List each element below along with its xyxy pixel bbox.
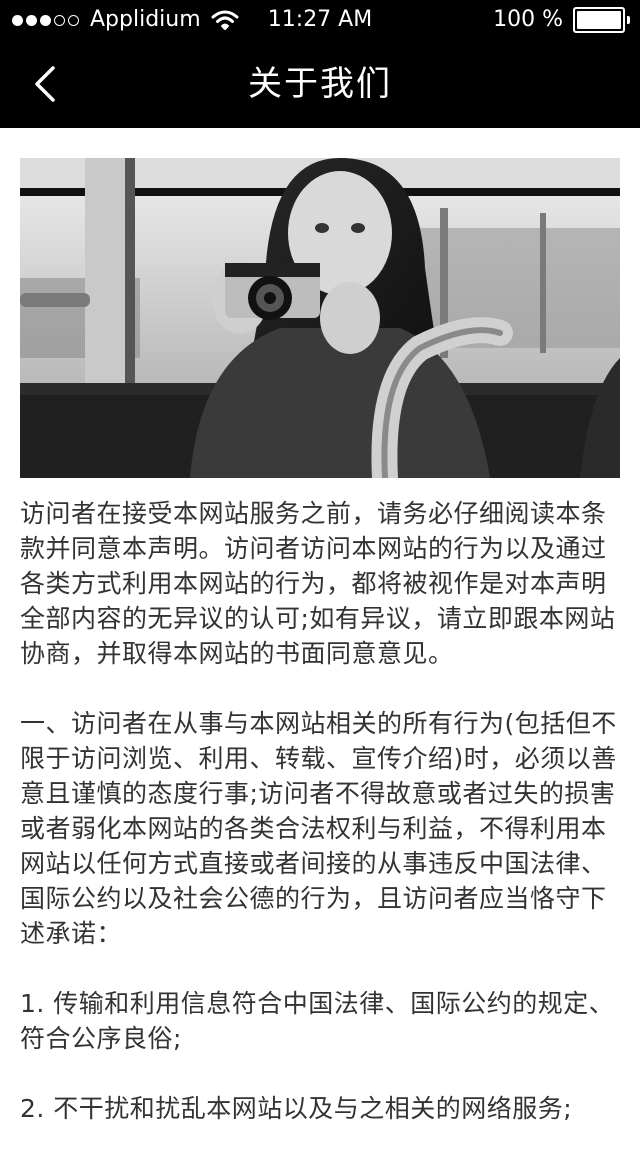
- paragraph-item-1: 1. 传输和利用信息符合中国法律、国际公约的规定、符合公序良俗;: [20, 989, 615, 1053]
- nav-bar: 关于我们: [0, 40, 640, 128]
- battery-fill: [577, 11, 621, 29]
- page-title: 关于我们: [248, 64, 392, 104]
- status-bar: Applidium 11:27 AM 100 %: [0, 0, 640, 40]
- article-body: 访问者在接受本网站服务之前，请务必仔细阅读本条款并同意本声明。访问者访问本网站的…: [20, 496, 620, 1126]
- battery-icon: [573, 7, 630, 33]
- paragraph-intro: 访问者在接受本网站服务之前，请务必仔细阅读本条款并同意本声明。访问者访问本网站的…: [20, 499, 616, 668]
- hero-photo: [20, 158, 620, 478]
- paragraph-item-2: 2. 不干扰和扰乱本网站以及与之相关的网络服务;: [20, 1094, 573, 1123]
- battery-percent: 100 %: [493, 7, 563, 32]
- app-header: Applidium 11:27 AM 100 % 关于我们: [0, 0, 640, 128]
- paragraph-section-1: 一、访问者在从事与本网站相关的所有行为(包括但不限于访问浏览、利用、转载、宣传介…: [20, 709, 617, 948]
- status-right: 100 %: [493, 0, 630, 40]
- main-content: 访问者在接受本网站服务之前，请务必仔细阅读本条款并同意本声明。访问者访问本网站的…: [20, 158, 620, 1161]
- battery-tip: [627, 16, 630, 24]
- battery-body: [573, 7, 625, 33]
